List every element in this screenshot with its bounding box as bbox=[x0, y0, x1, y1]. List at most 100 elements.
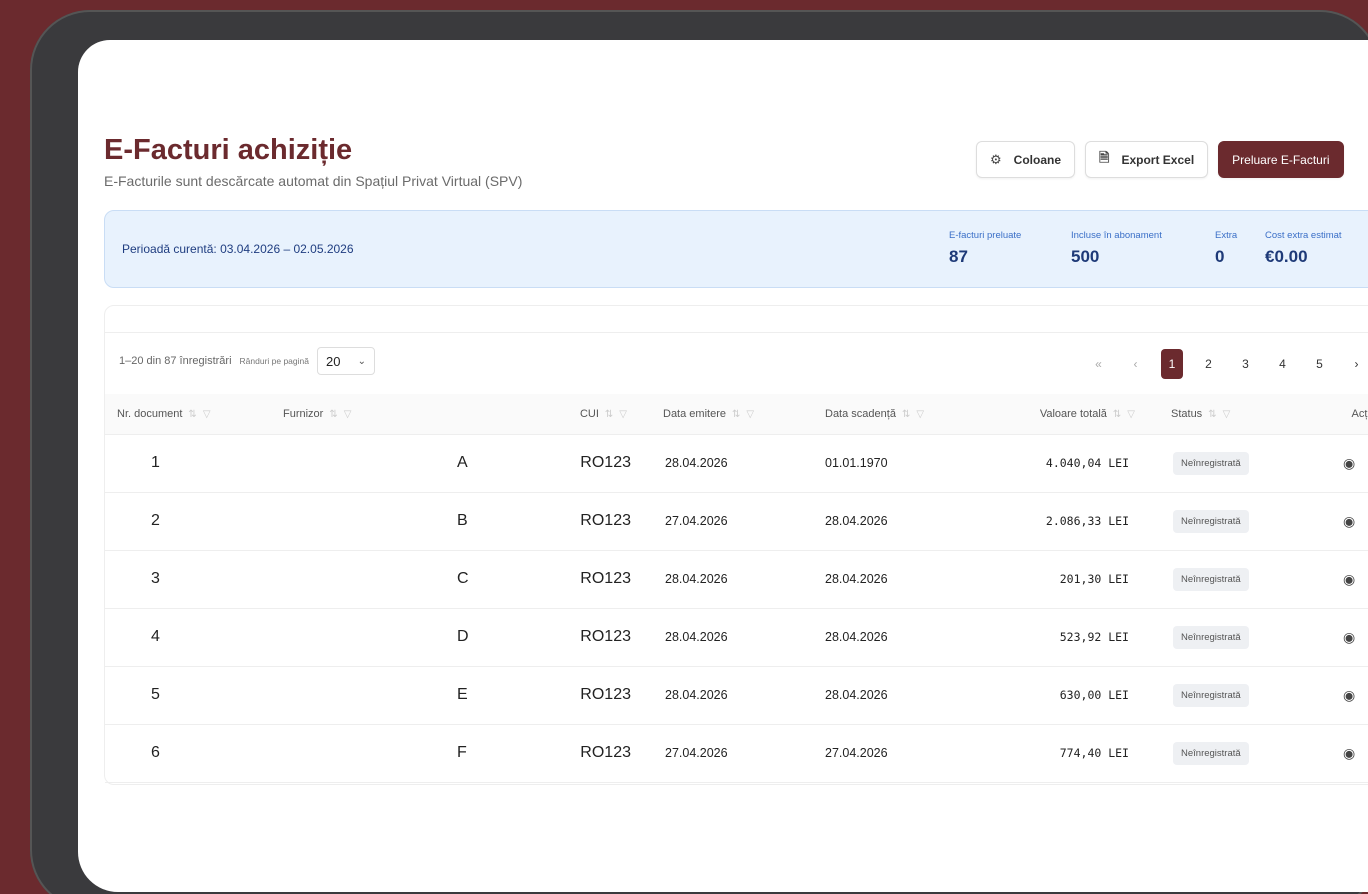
fetch-efacturi-label: Preluare E-Facturi bbox=[1232, 152, 1330, 167]
eye-icon[interactable]: ◉ bbox=[1343, 455, 1355, 472]
filter-icon: ▽ bbox=[1222, 408, 1231, 420]
cell-valoare: 2.086,33 LEI bbox=[983, 492, 1159, 551]
prev-page-button[interactable]: ‹ bbox=[1120, 349, 1151, 379]
table-row[interactable]: 1 A RO123 28.04.2026 01.01.1970 4.040,04 LEI N… bbox=[105, 434, 1368, 493]
page-button-4[interactable]: 4 bbox=[1267, 349, 1298, 379]
device-frame: E-Facturi achiziție E-Facturile sunt des… bbox=[30, 10, 1368, 894]
header-actions: ⚙ Coloane 🗎 Export Excel Preluare E-Fact… bbox=[976, 141, 1344, 178]
row-actions: ◉🗑 bbox=[1343, 745, 1368, 762]
status-badge: Neînregistrată bbox=[1173, 683, 1249, 707]
cell-furnizor: B bbox=[271, 492, 541, 551]
page-button-5[interactable]: 5 bbox=[1304, 349, 1335, 379]
col-header-cui[interactable]: CUI ⇅ ▽ bbox=[541, 394, 651, 435]
cell-valoare: 523,92 LEI bbox=[983, 608, 1159, 667]
cell-nr: 3 bbox=[105, 550, 271, 609]
stat-extra-cost-label: Cost extra estimat bbox=[1265, 230, 1342, 241]
sort-icon: ⇅ bbox=[1112, 408, 1122, 420]
sort-icon: ⇅ bbox=[901, 408, 911, 420]
eye-icon[interactable]: ◉ bbox=[1343, 513, 1355, 530]
col-header-data-scadenta[interactable]: Data scadență ⇅ ▽ bbox=[813, 394, 983, 435]
cell-nr: 4 bbox=[105, 608, 271, 667]
eye-icon[interactable]: ◉ bbox=[1343, 571, 1355, 588]
cell-data-emitere: 27.04.2026 bbox=[651, 724, 813, 783]
col-header-nr[interactable]: Nr. document ⇅ ▽ bbox=[105, 394, 271, 435]
stat-included-value: 500 bbox=[1071, 247, 1100, 266]
eye-icon[interactable]: ◉ bbox=[1343, 745, 1355, 762]
cell-actions: ◉🗑 bbox=[1299, 608, 1368, 667]
period-summary: Perioadă curentă: 03.04.2026 – 02.05.202… bbox=[104, 210, 1368, 288]
cell-actions: ◉🗑 bbox=[1299, 492, 1368, 551]
status-badge: Neînregistrată bbox=[1173, 625, 1249, 649]
status-badge: Neînregistrată bbox=[1173, 451, 1249, 475]
export-excel-label: Export Excel bbox=[1121, 152, 1195, 167]
status-badge: Neînregistrată bbox=[1173, 509, 1249, 533]
sort-icon: ⇅ bbox=[1208, 408, 1217, 420]
filter-icon: ▽ bbox=[746, 408, 755, 420]
cell-data-scadenta: 28.04.2026 bbox=[813, 666, 983, 725]
table-row[interactable]: 4 D RO123 28.04.2026 28.04.2026 523,92 LEI Neî… bbox=[105, 608, 1368, 667]
cell-cui: RO123 bbox=[541, 666, 651, 725]
first-page-button[interactable]: « bbox=[1083, 349, 1114, 379]
pagination: « ‹ 1 2 3 4 5 › » bbox=[1083, 349, 1368, 379]
cell-nr: 2 bbox=[105, 492, 271, 551]
stat-fetched: E-facturi preluate 87 bbox=[949, 230, 1021, 267]
cell-nr: 6 bbox=[105, 724, 271, 783]
cell-data-emitere: 28.04.2026 bbox=[651, 550, 813, 609]
cell-actions: ◉🗑 bbox=[1299, 666, 1368, 725]
cell-valoare: 201,30 LEI bbox=[983, 550, 1159, 609]
cell-furnizor: A bbox=[271, 434, 541, 493]
rows-per-page-value: 20 bbox=[326, 353, 341, 369]
cell-data-scadenta: 27.04.2026 bbox=[813, 724, 983, 783]
eye-icon[interactable]: ◉ bbox=[1343, 687, 1355, 704]
page-subtitle: E-Facturile sunt descărcate automat din … bbox=[104, 173, 523, 189]
stat-fetched-value: 87 bbox=[949, 247, 968, 266]
cell-status: Neînregistrată bbox=[1159, 608, 1299, 667]
gear-icon: ⚙ bbox=[990, 151, 1002, 167]
status-badge: Neînregistrată bbox=[1173, 741, 1249, 765]
file-icon: 🗎 bbox=[1099, 149, 1110, 165]
export-excel-button[interactable]: 🗎 Export Excel bbox=[1085, 141, 1209, 178]
row-actions: ◉🗑 bbox=[1343, 629, 1368, 646]
cell-nr: 5 bbox=[105, 666, 271, 725]
page-header: E-Facturi achiziție E-Facturile sunt des… bbox=[104, 134, 522, 189]
table-header-row: Nr. document ⇅ ▽ Furnizor ⇅ ▽ CUI ⇅ ▽ Data emi… bbox=[105, 394, 1368, 435]
row-actions: ◉🗑 bbox=[1343, 571, 1368, 588]
page-button-2[interactable]: 2 bbox=[1193, 349, 1224, 379]
next-page-button[interactable]: › bbox=[1341, 349, 1368, 379]
col-header-furnizor[interactable]: Furnizor ⇅ ▽ bbox=[271, 394, 541, 435]
cell-furnizor: F bbox=[271, 724, 541, 783]
cell-furnizor: C bbox=[271, 550, 541, 609]
rows-per-page-select[interactable]: 20 ⌄ bbox=[317, 347, 375, 375]
cell-actions: ◉🗑 bbox=[1299, 434, 1368, 493]
rows-per-page-label: Rânduri pe pagină bbox=[239, 356, 309, 366]
cell-cui: RO123 bbox=[541, 434, 651, 493]
invoices-table: Nr. document ⇅ ▽ Furnizor ⇅ ▽ CUI ⇅ ▽ Data emi… bbox=[105, 394, 1368, 783]
cell-data-scadenta: 01.01.1970 bbox=[813, 434, 983, 493]
status-badge: Neînregistrată bbox=[1173, 567, 1249, 591]
table-row[interactable]: 6 F RO123 27.04.2026 27.04.2026 774,40 LEI Neî… bbox=[105, 724, 1368, 783]
cell-status: Neînregistrată bbox=[1159, 666, 1299, 725]
row-actions: ◉🗑 bbox=[1343, 687, 1368, 704]
cell-status: Neînregistrată bbox=[1159, 724, 1299, 783]
col-header-valoare[interactable]: Valoare totală ⇅ ▽ bbox=[983, 394, 1159, 435]
invoices-card: 1–20 din 87 înregistrări Rânduri pe pagi… bbox=[104, 305, 1368, 785]
stat-extra-value: 0 bbox=[1215, 247, 1225, 266]
cell-data-emitere: 28.04.2026 bbox=[651, 666, 813, 725]
page-button-1[interactable]: 1 bbox=[1161, 349, 1183, 379]
cell-actions: ◉🗑 bbox=[1299, 550, 1368, 609]
cell-status: Neînregistrată bbox=[1159, 434, 1299, 493]
fetch-efacturi-button[interactable]: Preluare E-Facturi bbox=[1218, 141, 1344, 178]
col-header-status[interactable]: Status ⇅ ▽ bbox=[1159, 394, 1299, 435]
col-header-data-emitere[interactable]: Data emitere ⇅ ▽ bbox=[651, 394, 813, 435]
records-count: 1–20 din 87 înregistrări bbox=[119, 355, 232, 367]
page-button-3[interactable]: 3 bbox=[1230, 349, 1261, 379]
cell-data-scadenta: 28.04.2026 bbox=[813, 608, 983, 667]
columns-button[interactable]: ⚙ Coloane bbox=[976, 141, 1075, 178]
table-row[interactable]: 5 E RO123 28.04.2026 28.04.2026 630,00 LEI Neî… bbox=[105, 666, 1368, 725]
eye-icon[interactable]: ◉ bbox=[1343, 629, 1355, 646]
cell-valoare: 774,40 LEI bbox=[983, 724, 1159, 783]
cell-cui: RO123 bbox=[541, 550, 651, 609]
stat-extra-cost: Cost extra estimat €0.00 bbox=[1265, 230, 1342, 267]
table-row[interactable]: 3 C RO123 28.04.2026 28.04.2026 201,30 LEI Neî… bbox=[105, 550, 1368, 609]
table-row[interactable]: 2 B RO123 27.04.2026 28.04.2026 2.086,33 LEI N… bbox=[105, 492, 1368, 551]
